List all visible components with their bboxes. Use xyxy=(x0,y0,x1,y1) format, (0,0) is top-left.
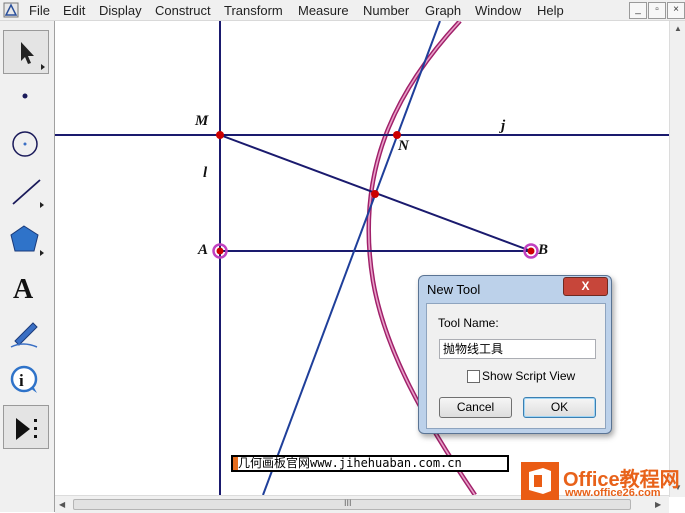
pentagon-icon xyxy=(10,225,44,256)
label-b[interactable]: B xyxy=(538,242,548,259)
label-j[interactable]: j xyxy=(501,118,505,135)
menu-transform[interactable]: Transform xyxy=(224,3,283,18)
watermark-text: 几何画板官网www.jihehuaban.com.cn xyxy=(238,456,462,470)
svg-text:A: A xyxy=(13,274,34,305)
menu-help[interactable]: Help xyxy=(537,3,564,18)
dialog-close-button[interactable]: X xyxy=(563,277,608,296)
polygon-tool[interactable] xyxy=(3,217,49,261)
menu-construct[interactable]: Construct xyxy=(155,3,211,18)
label-m[interactable]: M xyxy=(195,113,208,130)
vertical-scrollbar[interactable]: ▲ ▼ xyxy=(669,21,685,497)
office-logo-icon xyxy=(521,462,559,500)
compass-circle-icon xyxy=(12,131,38,157)
close-window-button[interactable]: × xyxy=(667,2,685,19)
menu-window[interactable]: Window xyxy=(475,3,521,18)
point-b xyxy=(527,247,535,255)
menu-graph[interactable]: Graph xyxy=(425,3,461,18)
marker-tool[interactable] xyxy=(3,311,49,355)
scroll-up-icon[interactable]: ▲ xyxy=(674,24,682,33)
menu-display[interactable]: Display xyxy=(99,3,142,18)
compass-tool[interactable] xyxy=(3,122,49,166)
menu-measure[interactable]: Measure xyxy=(298,3,349,18)
ok-button[interactable]: OK xyxy=(523,397,596,418)
toolbox: A i xyxy=(0,21,55,512)
menu-edit[interactable]: Edit xyxy=(63,3,85,18)
point-m xyxy=(216,131,224,139)
point-intersection xyxy=(371,190,379,198)
point-a xyxy=(216,247,224,255)
menu-bar: File Edit Display Construct Transform Me… xyxy=(0,0,685,21)
line-segment-icon xyxy=(12,179,44,208)
marker-pen-icon xyxy=(10,322,38,348)
app-icon[interactable] xyxy=(3,2,19,18)
custom-tool-icon xyxy=(16,418,37,440)
tool-name-label: Tool Name: xyxy=(438,316,499,330)
logo-url: www.office26.com xyxy=(565,487,661,499)
custom-tool[interactable] xyxy=(3,405,49,449)
label-l[interactable]: l xyxy=(203,165,207,182)
point-icon xyxy=(22,93,28,99)
show-script-checkbox[interactable] xyxy=(467,370,480,383)
information-tool[interactable]: i xyxy=(3,357,49,401)
label-n[interactable]: N xyxy=(398,138,409,155)
text-tool[interactable]: A xyxy=(3,265,49,309)
show-script-label[interactable]: Show Script View xyxy=(482,369,575,383)
scroll-left-icon[interactable]: ◀ xyxy=(59,500,65,509)
tool-name-input[interactable]: 抛物线工具 xyxy=(439,339,596,359)
cancel-button[interactable]: Cancel xyxy=(439,397,512,418)
scroll-grip: III xyxy=(344,498,352,508)
text-a-icon: A xyxy=(13,274,34,305)
dialog-title: New Tool xyxy=(427,282,481,297)
restore-button[interactable]: ▫ xyxy=(648,2,666,19)
straightedge-tool[interactable] xyxy=(3,169,49,213)
office-logo: Office教程网 www.office26.com xyxy=(521,460,681,504)
arrow-select-tool[interactable] xyxy=(3,30,49,74)
label-a[interactable]: A xyxy=(198,242,208,259)
svg-text:i: i xyxy=(19,371,24,390)
select-arrow-icon xyxy=(21,42,45,70)
dialog-body: Tool Name: 抛物线工具 Show Script View Cancel… xyxy=(426,303,606,429)
watermark-banner: 几何画板官网www.jihehuaban.com.cn xyxy=(231,455,509,472)
new-tool-dialog: New Tool X Tool Name: 抛物线工具 Show Script … xyxy=(418,275,612,434)
info-icon: i xyxy=(10,365,38,393)
menu-file[interactable]: File xyxy=(29,3,50,18)
perpendicular-bisector xyxy=(262,21,441,495)
minimize-button[interactable]: _ xyxy=(629,2,647,19)
point-tool[interactable] xyxy=(3,74,49,118)
menu-number[interactable]: Number xyxy=(363,3,409,18)
